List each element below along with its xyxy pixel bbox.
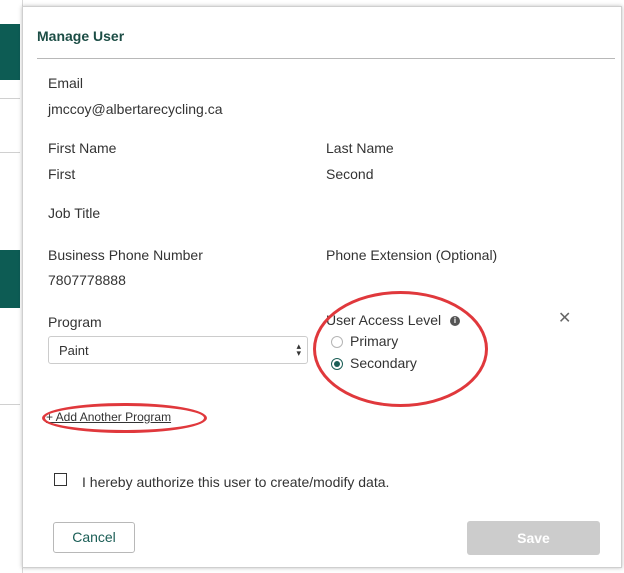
annotation-ellipse-access-level [313, 291, 488, 407]
program-label: Program [48, 314, 102, 330]
authorize-checkbox-label[interactable]: I hereby authorize this user to create/m… [82, 474, 389, 490]
close-icon[interactable]: ✕ [558, 308, 571, 328]
program-select-value: Paint [59, 343, 89, 358]
access-level-label: User Access Level [326, 312, 442, 328]
business-phone-label: Business Phone Number [48, 247, 203, 263]
last-name-label: Last Name [326, 140, 394, 156]
email-value: jmccoy@albertarecycling.ca [48, 101, 223, 117]
first-name-value: First [48, 166, 76, 182]
radio-secondary-label[interactable]: Secondary [350, 355, 417, 371]
last-name-value: Second [326, 166, 374, 182]
background-divider [0, 404, 20, 405]
radio-primary-label[interactable]: Primary [350, 333, 398, 349]
manage-user-modal: Manage User Email jmccoy@albertarecyclin… [22, 6, 622, 568]
modal-title: Manage User [37, 28, 125, 44]
background-divider [0, 152, 20, 153]
updown-arrow-icon: ▴ ▾ [296, 341, 301, 358]
radio-secondary[interactable] [331, 358, 343, 370]
business-phone-value: 7807778888 [48, 272, 126, 288]
program-select[interactable]: Paint ▴ ▾ [48, 336, 308, 364]
background-teal-block [0, 250, 20, 308]
header-divider [37, 58, 615, 59]
save-button[interactable]: Save [467, 521, 600, 555]
email-label: Email [48, 75, 84, 91]
background-divider [0, 98, 20, 99]
radio-primary[interactable] [331, 336, 343, 348]
job-title-label: Job Title [48, 205, 101, 221]
authorize-checkbox[interactable] [54, 473, 67, 486]
screen: Manage User Email jmccoy@albertarecyclin… [0, 0, 624, 573]
cancel-button[interactable]: Cancel [53, 522, 135, 553]
background-teal-block [0, 24, 20, 80]
first-name-label: First Name [48, 140, 117, 156]
add-another-program-link[interactable]: + Add Another Program [46, 410, 171, 424]
info-icon[interactable]: i [450, 316, 460, 326]
phone-extension-label: Phone Extension (Optional) [326, 247, 498, 263]
